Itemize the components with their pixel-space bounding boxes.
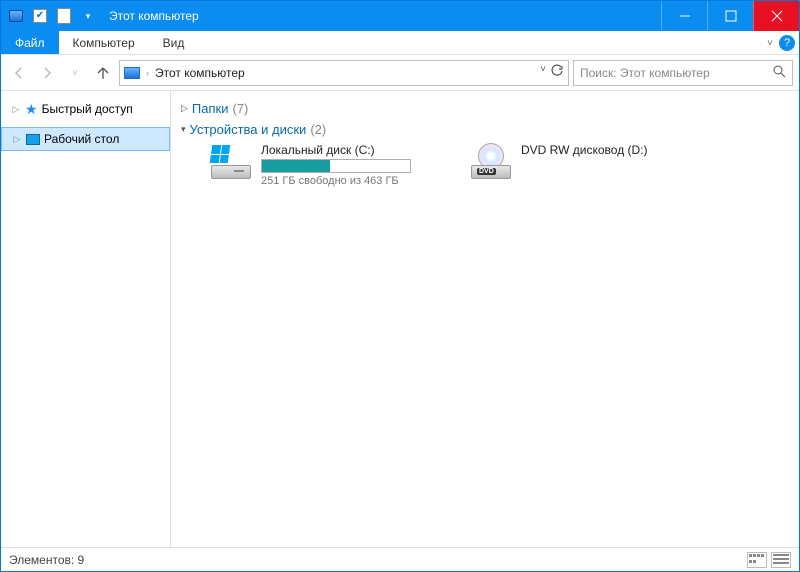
drive-c-free-text: 251 ГБ свободно из 463 ГБ bbox=[261, 175, 441, 187]
group-folders-label: Папки bbox=[192, 101, 229, 116]
qat-customize-dropdown[interactable]: ▾ bbox=[77, 5, 99, 27]
titlebar[interactable]: ✔ ▾ Этот компьютер bbox=[1, 1, 799, 31]
sidebar-item-desktop[interactable]: ▷ Рабочий стол bbox=[1, 127, 170, 151]
drive-c-name: Локальный диск (C:) bbox=[261, 143, 441, 157]
star-icon: ★ bbox=[25, 101, 38, 118]
tab-view[interactable]: Вид bbox=[149, 31, 199, 54]
tab-file[interactable]: Файл bbox=[1, 31, 59, 54]
details-view-button[interactable] bbox=[747, 552, 767, 568]
local-disk-icon bbox=[211, 143, 251, 179]
minimize-button[interactable] bbox=[661, 1, 707, 31]
breadcrumb-location[interactable]: Этот компьютер bbox=[155, 66, 245, 80]
dvd-drive-icon: DVD bbox=[471, 143, 511, 179]
sidebar-item-quick-access[interactable]: ▷ ★ Быстрый доступ bbox=[1, 97, 170, 121]
expand-icon[interactable]: ▷ bbox=[12, 134, 22, 145]
content-pane[interactable]: ▷ Папки (7) ▾ Устройства и диски (2) Лок… bbox=[171, 91, 799, 547]
drive-c-usage-bar bbox=[261, 159, 411, 173]
address-bar[interactable]: › Этот компьютер ˅ bbox=[119, 60, 569, 86]
expand-icon[interactable]: ▾ bbox=[181, 124, 186, 135]
explorer-window: ✔ ▾ Этот компьютер Файл Компьютер Вид ˅ … bbox=[0, 0, 800, 572]
group-folders-count: (7) bbox=[232, 101, 248, 116]
drive-c[interactable]: Локальный диск (C:) 251 ГБ свободно из 4… bbox=[211, 143, 441, 187]
window-title: Этот компьютер bbox=[109, 9, 199, 23]
group-devices-label: Устройства и диски bbox=[190, 122, 307, 137]
drive-d[interactable]: DVD DVD RW дисковод (D:) bbox=[471, 143, 701, 187]
large-icons-view-button[interactable] bbox=[771, 552, 791, 568]
up-button[interactable] bbox=[91, 61, 115, 85]
drive-d-name: DVD RW дисковод (D:) bbox=[521, 143, 701, 157]
system-menu-icon[interactable] bbox=[5, 5, 27, 27]
address-dropdown-icon[interactable]: ˅ bbox=[540, 64, 546, 81]
sidebar-label-quick-access: Быстрый доступ bbox=[42, 102, 133, 116]
body: ▷ ★ Быстрый доступ ▷ Рабочий стол ▷ Папк… bbox=[1, 91, 799, 547]
group-devices[interactable]: ▾ Устройства и диски (2) bbox=[181, 122, 789, 137]
status-bar: Элементов: 9 bbox=[1, 547, 799, 571]
expand-icon[interactable]: ▷ bbox=[11, 104, 21, 115]
maximize-button[interactable] bbox=[707, 1, 753, 31]
this-pc-icon bbox=[124, 67, 140, 79]
qat-properties-icon[interactable]: ✔ bbox=[29, 5, 51, 27]
search-input[interactable]: Поиск: Этот компьютер bbox=[573, 60, 793, 86]
navigation-bar: ˅ › Этот компьютер ˅ Поиск: Этот компьют… bbox=[1, 55, 799, 91]
tab-computer[interactable]: Компьютер bbox=[59, 31, 149, 54]
ribbon-tabs: Файл Компьютер Вид ˅ ? bbox=[1, 31, 799, 55]
collapse-icon[interactable]: ▷ bbox=[181, 103, 188, 114]
back-button[interactable] bbox=[7, 61, 31, 85]
recent-locations-dropdown[interactable]: ˅ bbox=[63, 61, 87, 85]
desktop-icon bbox=[26, 134, 40, 145]
search-icon[interactable] bbox=[772, 64, 786, 81]
help-icon[interactable]: ? bbox=[779, 35, 795, 51]
qat-newfolder-icon[interactable] bbox=[53, 5, 75, 27]
status-item-count: Элементов: 9 bbox=[9, 553, 84, 567]
group-devices-count: (2) bbox=[310, 122, 326, 137]
close-button[interactable] bbox=[753, 1, 799, 31]
quick-access-toolbar: ✔ ▾ bbox=[1, 5, 103, 27]
ribbon-collapse-icon[interactable]: ˅ bbox=[767, 38, 773, 49]
sidebar-label-desktop: Рабочий стол bbox=[44, 132, 119, 146]
forward-button[interactable] bbox=[35, 61, 59, 85]
group-folders[interactable]: ▷ Папки (7) bbox=[181, 101, 789, 116]
refresh-icon[interactable] bbox=[550, 64, 564, 81]
navigation-pane[interactable]: ▷ ★ Быстрый доступ ▷ Рабочий стол bbox=[1, 91, 171, 547]
search-placeholder: Поиск: Этот компьютер bbox=[580, 66, 710, 80]
